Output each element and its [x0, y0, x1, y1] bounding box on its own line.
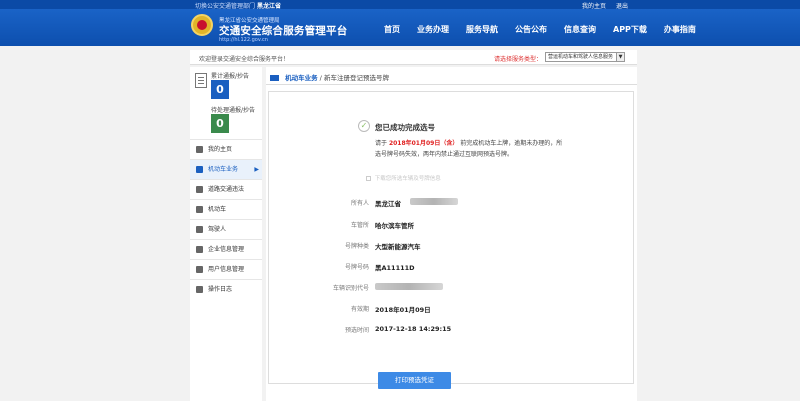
stat-pending-notices: 待处理通报/抄告 0: [190, 103, 262, 139]
nav-home[interactable]: 首页: [384, 24, 400, 35]
chevron-down-icon[interactable]: ▼: [616, 53, 624, 61]
nav-query[interactable]: 信息查询: [564, 24, 596, 35]
sidebar-item-enterprise[interactable]: 企业信息管理: [190, 239, 262, 259]
detail-value: 黑A11111D: [375, 264, 415, 272]
log-icon: [196, 286, 203, 293]
sidebar-menu: 我的主页 机动车业务 ▶ 道路交通违法 机动车 驾驶人 企业信息管理 用户信息管…: [190, 139, 262, 299]
sidebar: 累计通报/抄告 0 待处理通报/抄告 0 我的主页 机动车业务 ▶ 道路交通违法…: [190, 67, 262, 401]
main-panel: 机动车业务 / 新车注册登记预选号牌 ✓ 您已成功完成选号 请于 2018年01…: [266, 67, 637, 401]
welcome-bar: 欢迎登录交通安全综合服务平台！ 请选择服务类型： 营运机动车和驾驶人信息服务 ▼: [190, 50, 637, 65]
home-icon: [196, 146, 203, 153]
truck-icon: [196, 166, 203, 173]
detail-value: 大型新能源汽车: [375, 243, 421, 251]
checkmark-icon: ✓: [358, 120, 370, 132]
detail-row-vin: 车辆识别代号: [324, 283, 584, 293]
checkbox-icon[interactable]: [366, 176, 371, 181]
top-strip: 切换公安交通管理部门 黑龙江省 我的主页 退出: [0, 0, 800, 10]
chevron-right-icon: ▶: [254, 166, 259, 173]
nav-business[interactable]: 业务办理: [417, 24, 449, 35]
detail-value: 2018年01月09日: [375, 306, 431, 314]
detail-row-selection-time: 预选时间 2017-12-18 14:29:15: [324, 325, 584, 335]
sidebar-item-label: 我的主页: [208, 146, 233, 153]
divider: [266, 84, 637, 85]
redacted-field: [375, 283, 443, 290]
detail-row-owner: 所有人 黑龙江省: [324, 198, 584, 208]
sidebar-item-driver[interactable]: 驾驶人: [190, 219, 262, 239]
nav-app-download[interactable]: APP下载: [613, 24, 647, 35]
user-icon: [196, 226, 203, 233]
sidebar-item-log[interactable]: 操作日志: [190, 279, 262, 299]
breadcrumb-section[interactable]: 机动车业务: [285, 74, 318, 82]
sidebar-item-label: 操作日志: [208, 286, 233, 293]
detail-key: 号牌号码: [344, 264, 369, 271]
detail-row-plate-number: 号牌号码 黑A11111D: [324, 262, 584, 272]
nav-guide[interactable]: 办事指南: [664, 24, 696, 35]
stat-count-badge[interactable]: 0: [211, 114, 229, 133]
sidebar-item-user-info[interactable]: 用户信息管理: [190, 259, 262, 279]
stat-label: 待处理通报/抄告: [211, 107, 256, 114]
header-url: http://hl.122.gov.cn: [219, 37, 268, 43]
detail-value: 黑龙江省: [375, 200, 401, 208]
warning-icon: [196, 186, 203, 193]
sidebar-item-label: 企业信息管理: [208, 246, 245, 253]
success-message: 请于 2018年01月09日（含） 前完成机动车上牌，逾期未办理的，所选号牌号码…: [375, 138, 565, 160]
sidebar-item-label: 用户信息管理: [208, 266, 245, 273]
service-type-select[interactable]: 营运机动车和驾驶人信息服务 ▼: [545, 52, 625, 62]
sidebar-item-label: 道路交通违法: [208, 186, 245, 193]
stat-count-badge[interactable]: 0: [211, 80, 229, 99]
success-title: 您已成功完成选号: [375, 123, 435, 132]
sidebar-item-label: 机动车: [208, 206, 227, 213]
deadline-date: 2018年01月09日（含）: [388, 140, 459, 147]
sidebar-item-label: 驾驶人: [208, 226, 227, 233]
people-icon: [196, 246, 203, 253]
police-emblem-logo: [191, 14, 213, 36]
sidebar-item-vehicle-business[interactable]: 机动车业务 ▶: [190, 159, 262, 179]
nav-service-guide[interactable]: 服务导航: [466, 24, 498, 35]
service-type-value: 营运机动车和驾驶人信息服务: [548, 54, 614, 60]
detail-value: 2017-12-18 14:29:15: [375, 325, 452, 333]
site-header: 黑龙江省公安交通管理局 交通安全综合服务管理平台 http://hl.122.g…: [0, 9, 800, 46]
header-title: 交通安全综合服务管理平台: [219, 25, 348, 37]
breadcrumb-page: 新车注册登记预选号牌: [323, 74, 389, 82]
welcome-text: 欢迎登录交通安全综合服务平台！: [199, 56, 290, 63]
sidebar-item-home[interactable]: 我的主页: [190, 139, 262, 159]
detail-key: 所有人: [350, 200, 369, 207]
detail-key: 号牌种类: [344, 243, 369, 250]
main-nav: 首页 业务办理 服务导航 公告公布 信息查询 APP下载 办事指南: [384, 24, 713, 35]
message-prefix: 请于: [375, 140, 388, 147]
breadcrumb-separator: /: [319, 74, 322, 82]
car-icon: [196, 206, 203, 213]
download-info-label: 下载您所选车辆及号牌信息: [374, 176, 441, 182]
detail-key: 有效期: [350, 306, 369, 313]
redacted-field: [410, 198, 458, 205]
detail-key: 车辆识别代号: [332, 285, 369, 292]
stat-label: 累计通报/抄告: [211, 73, 250, 80]
id-card-icon: [196, 266, 203, 273]
result-card: ✓ 您已成功完成选号 请于 2018年01月09日（含） 前完成机动车上牌，逾期…: [268, 91, 634, 389]
document-icon: [195, 73, 207, 88]
detail-row-validity: 有效期 2018年01月09日: [324, 304, 584, 314]
detail-key: 车管所: [350, 222, 369, 229]
sidebar-item-violations[interactable]: 道路交通违法: [190, 179, 262, 199]
stat-total-notices: 累计通报/抄告 0: [190, 69, 262, 105]
download-info-option[interactable]: 下载您所选车辆及号牌信息: [366, 174, 441, 182]
truck-icon: [270, 75, 279, 81]
sidebar-item-label: 机动车业务: [208, 166, 239, 173]
sidebar-item-vehicle[interactable]: 机动车: [190, 199, 262, 219]
detail-value: 哈尔滨车管所: [375, 222, 414, 230]
detail-key: 预选时间: [344, 327, 369, 334]
breadcrumb: 机动车业务 / 新车注册登记预选号牌: [270, 72, 389, 82]
nav-announcements[interactable]: 公告公布: [515, 24, 547, 35]
detail-row-vehicle-office: 车管所 哈尔滨车管所: [324, 220, 584, 230]
print-voucher-button[interactable]: 打印预选凭证: [378, 372, 451, 389]
service-type-label: 请选择服务类型：: [494, 56, 543, 63]
detail-row-plate-type: 号牌种类 大型新能源汽车: [324, 241, 584, 251]
